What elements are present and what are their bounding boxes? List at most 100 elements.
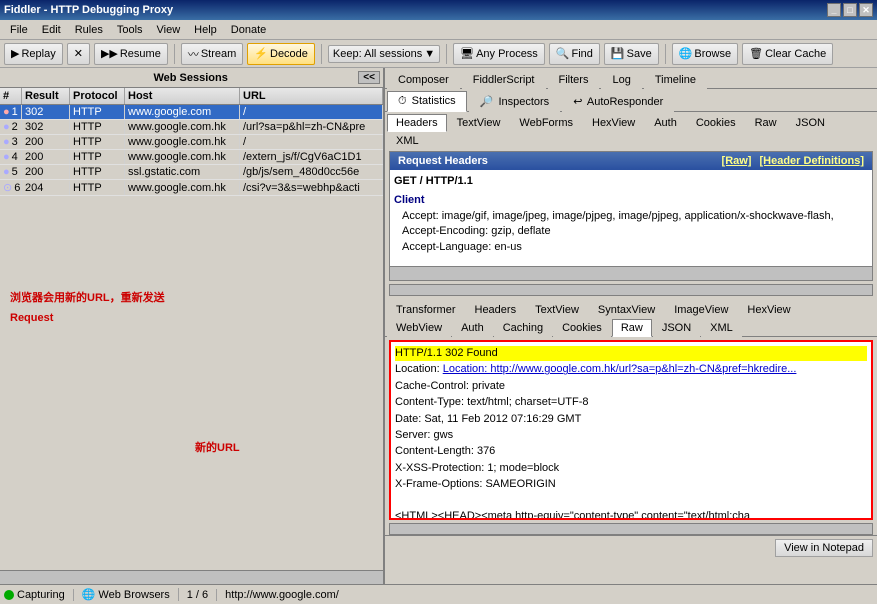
- resume-button[interactable]: ▶▶ Resume: [94, 43, 168, 65]
- row6-protocol: HTTP: [70, 181, 125, 195]
- tab-caching[interactable]: Caching: [494, 319, 552, 337]
- tab-resp-textview[interactable]: TextView: [526, 301, 588, 318]
- row3-host: www.google.com.hk: [125, 135, 240, 149]
- tab-resp-xml[interactable]: XML: [701, 319, 742, 337]
- browse-button[interactable]: 🌐 Browse: [672, 43, 738, 65]
- tab-statistics[interactable]: ⏱ Statistics: [387, 91, 467, 112]
- table-body: ● 1 302 HTTP www.google.com / ● 2 302 HT…: [0, 105, 383, 579]
- sessions-table: # Result Protocol Host URL: [0, 88, 383, 584]
- any-process-label: Any Process: [476, 48, 538, 60]
- tab-headers[interactable]: Headers: [387, 114, 447, 132]
- replay-button[interactable]: ▶ Replay: [4, 43, 63, 65]
- tab-composer[interactable]: Composer: [387, 70, 460, 89]
- tab-filters[interactable]: Filters: [548, 70, 600, 89]
- tab-inspectors[interactable]: 🔎 Inspectors: [469, 91, 561, 112]
- tab-hexview[interactable]: HexView: [583, 114, 644, 132]
- tab-webforms[interactable]: WebForms: [510, 114, 582, 132]
- save-label: Save: [627, 48, 652, 60]
- find-button[interactable]: 🔍 Find: [549, 43, 600, 65]
- row5-host: ssl.gstatic.com: [125, 165, 240, 179]
- req-horiz-scroll[interactable]: [389, 284, 873, 296]
- maximize-button[interactable]: □: [843, 3, 857, 17]
- remove-button[interactable]: ✕: [67, 43, 90, 65]
- tab-log[interactable]: Log: [601, 70, 641, 89]
- menu-edit[interactable]: Edit: [36, 22, 67, 38]
- status-bar: Capturing 🌐 Web Browsers 1 / 6 http://ww…: [0, 584, 877, 604]
- web-sessions-header: Web Sessions <<: [0, 68, 383, 88]
- clear-cache-button[interactable]: 🗑 Clear Cache: [742, 43, 833, 65]
- tab-transformer[interactable]: Transformer: [387, 301, 465, 318]
- view-notepad-button[interactable]: View in Notepad: [775, 539, 873, 557]
- row3-num: ● 3: [0, 135, 22, 149]
- menu-rules[interactable]: Rules: [69, 22, 109, 38]
- window-controls[interactable]: _ □ ✕: [827, 3, 873, 17]
- tab-xml[interactable]: XML: [387, 132, 428, 149]
- tab-resp-json[interactable]: JSON: [653, 319, 700, 337]
- decode-button[interactable]: ⚡ Decode: [247, 43, 315, 65]
- tab-resp-auth[interactable]: Auth: [452, 319, 493, 337]
- tab-resp-raw[interactable]: Raw: [612, 319, 652, 337]
- menu-tools[interactable]: Tools: [111, 22, 149, 38]
- web-sessions-collapse[interactable]: <<: [358, 71, 380, 84]
- minimize-button[interactable]: _: [827, 3, 841, 17]
- tab-resp-headers[interactable]: Headers: [466, 301, 526, 318]
- col-url-header[interactable]: URL: [240, 88, 383, 104]
- row6-url: /csi?v=3&s=webhp&acti: [240, 181, 383, 195]
- tab-timeline[interactable]: Timeline: [644, 70, 707, 89]
- req-section-client: Client: [394, 193, 868, 208]
- table-row[interactable]: ● 4 200 HTTP www.google.com.hk /extern_j…: [0, 150, 383, 165]
- sessions-horiz-scroll[interactable]: [0, 570, 383, 584]
- page-info-status: 1 / 6: [187, 589, 217, 601]
- tab-auth[interactable]: Auth: [645, 114, 686, 132]
- table-row[interactable]: ● 2 302 HTTP www.google.com.hk /url?sa=p…: [0, 120, 383, 135]
- save-button[interactable]: 💾 Save: [604, 43, 659, 65]
- tab-textview[interactable]: TextView: [448, 114, 510, 132]
- web-browsers-status: 🌐 Web Browsers: [82, 588, 179, 601]
- resume-label: Resume: [120, 48, 161, 60]
- menu-file[interactable]: File: [4, 22, 34, 38]
- tab-json[interactable]: JSON: [787, 114, 834, 132]
- col-host-header[interactable]: Host: [125, 88, 240, 104]
- resp-line-content-type: Content-Type: text/html; charset=UTF-8: [395, 396, 589, 408]
- menu-donate[interactable]: Donate: [225, 22, 272, 38]
- resp-horiz-scroll[interactable]: [389, 523, 873, 535]
- tab-resp-cookies[interactable]: Cookies: [553, 319, 611, 337]
- header-defs-link[interactable]: [Header Definitions]: [759, 155, 864, 167]
- col-result-header[interactable]: Result: [22, 88, 70, 104]
- any-process-button[interactable]: 🖥 Any Process: [453, 43, 545, 65]
- table-row[interactable]: ⊙ 6 204 HTTP www.google.com.hk /csi?v=3&…: [0, 180, 383, 196]
- col-protocol-header[interactable]: Protocol: [70, 88, 125, 104]
- table-header: # Result Protocol Host URL: [0, 88, 383, 105]
- menu-view[interactable]: View: [151, 22, 187, 38]
- close-button[interactable]: ✕: [859, 3, 873, 17]
- resp-line-xss: X-XSS-Protection: 1; mode=block: [395, 462, 559, 474]
- tab-resp-hexview[interactable]: HexView: [738, 301, 799, 318]
- tab-raw[interactable]: Raw: [746, 114, 786, 132]
- tab-autoresponder[interactable]: ↩ AutoResponder: [562, 91, 674, 112]
- req-field-accept: Accept: image/gif, image/jpeg, image/pjp…: [402, 209, 868, 224]
- tab-imageview[interactable]: ImageView: [665, 301, 737, 318]
- keep-sessions-dropdown[interactable]: Keep: All sessions ▼: [328, 45, 440, 63]
- stream-button[interactable]: 〰 Stream: [181, 43, 243, 65]
- find-icon: 🔍: [556, 47, 570, 60]
- url-status: http://www.google.com/: [225, 589, 339, 601]
- raw-link[interactable]: [Raw]: [722, 155, 752, 167]
- menu-help[interactable]: Help: [188, 22, 223, 38]
- tab-webview[interactable]: WebView: [387, 319, 451, 337]
- row5-protocol: HTTP: [70, 165, 125, 179]
- req-headers-scrollbar[interactable]: [390, 266, 872, 280]
- transformer-tab-row2: WebView Auth Caching Cookies Raw JSON XM…: [385, 317, 877, 337]
- response-text: HTTP/1.1 302 Found Location: Location: h…: [391, 342, 871, 518]
- tab-cookies[interactable]: Cookies: [687, 114, 745, 132]
- table-row[interactable]: ● 3 200 HTTP www.google.com.hk /: [0, 135, 383, 150]
- row1-host: www.google.com: [125, 105, 240, 119]
- row2-result: 302: [22, 120, 70, 134]
- stream-label: Stream: [201, 48, 236, 60]
- row6-result: 204: [22, 181, 70, 195]
- request-headers-section: Request Headers [Raw] [Header Definition…: [389, 151, 873, 281]
- col-num-header[interactable]: #: [0, 88, 22, 104]
- tab-fiddlerscript[interactable]: FiddlerScript: [462, 70, 546, 89]
- table-row[interactable]: ● 5 200 HTTP ssl.gstatic.com /gb/js/sem_…: [0, 165, 383, 180]
- tab-syntaxview[interactable]: SyntaxView: [589, 301, 664, 318]
- table-row[interactable]: ● 1 302 HTTP www.google.com /: [0, 105, 383, 120]
